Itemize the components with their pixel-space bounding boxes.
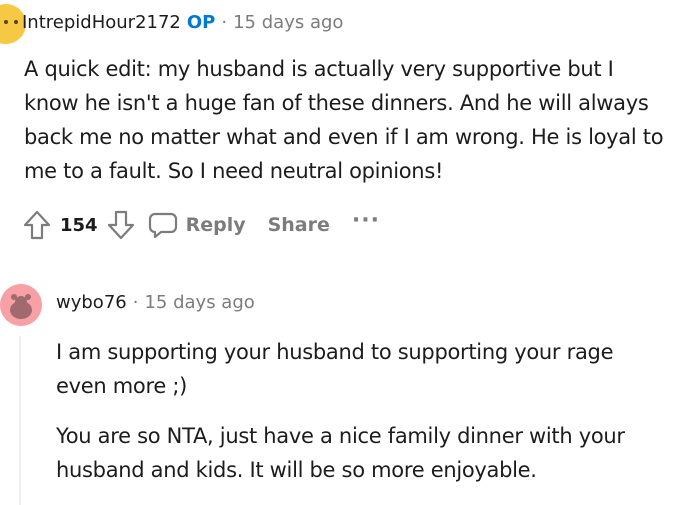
timestamp[interactable]: 15 days ago [144,292,254,313]
thread-collapse-line[interactable] [19,336,21,505]
comment-bubble-icon [148,210,178,240]
upvote-icon[interactable] [20,208,54,242]
reply-label: Reply [185,214,246,236]
username[interactable]: wybo76 [56,292,127,313]
username[interactable]: IntrepidHour2172 [22,12,181,33]
comment-line: back me no matter what and even if I am … [24,125,664,149]
comment-line: even more ;) [56,374,187,398]
avatar[interactable] [0,284,42,326]
share-button[interactable]: Share [268,214,330,236]
comment-header: IntrepidHour2172 OP · 15 days ago [22,12,343,33]
comment-header: wybo76 · 15 days ago [56,292,255,313]
comment-line: know he isn't a huge fan of these dinner… [24,91,649,115]
op-badge: OP [186,12,216,33]
comment-line: husband and kids. It will be so more enj… [56,458,537,482]
comment-paragraph: I am supporting your husband to supporti… [56,335,686,403]
vote-count: 154 [60,214,98,236]
separator: · [221,12,228,33]
more-options-button[interactable]: ··· [352,208,380,233]
timestamp[interactable]: 15 days ago [233,12,343,33]
share-label: Share [267,214,330,236]
comment-line: me to a fault. So I need neutral opinion… [24,159,444,183]
reply-button[interactable]: Reply [148,210,246,240]
comment-paragraph: You are so NTA, just have a nice family … [56,419,686,487]
snoo-avatar-icon [0,284,42,326]
comment-body: I am supporting your husband to supporti… [56,335,686,503]
comment-line: I am supporting your husband to supporti… [56,340,614,364]
downvote-icon[interactable] [104,208,138,242]
separator: · [132,292,139,313]
comment-line: You are so NTA, just have a nice family … [56,424,625,448]
comment-actions: 154 Reply Share ··· [20,206,380,244]
comment-line: A quick edit: my husband is actually ver… [24,57,614,81]
comment-body: A quick edit: my husband is actually ver… [24,52,694,188]
